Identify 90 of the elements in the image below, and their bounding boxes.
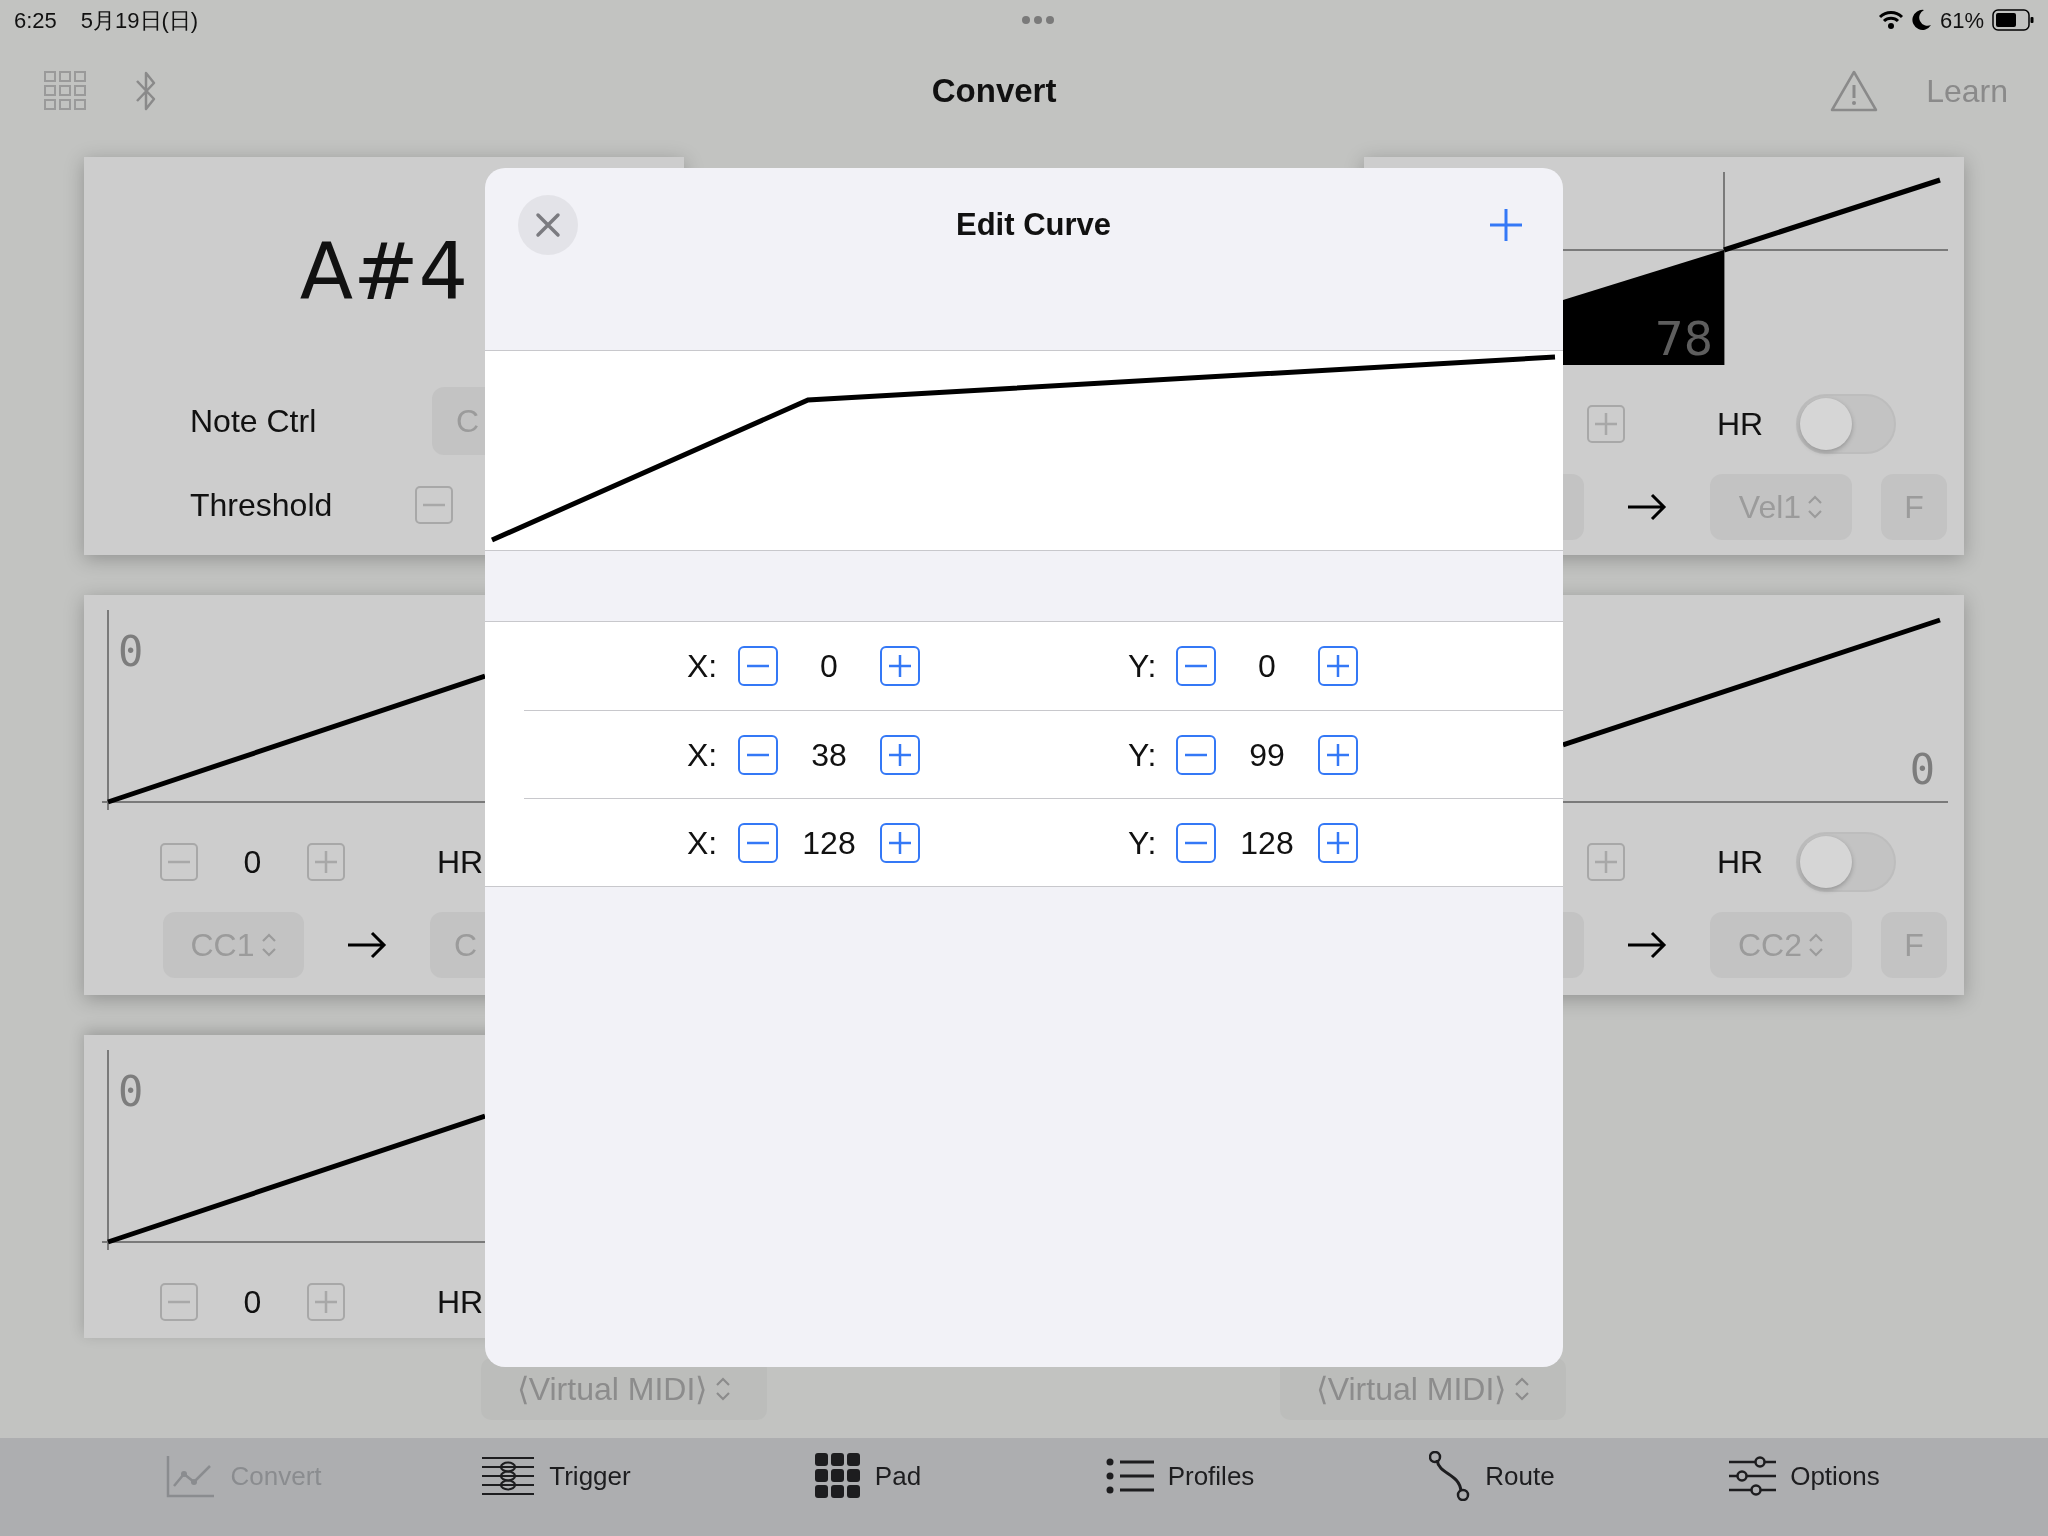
- increment-button[interactable]: [880, 822, 920, 863]
- hr-toggle[interactable]: [1796, 394, 1896, 454]
- hr-label: HR: [1717, 405, 1765, 444]
- route-icon: [1429, 1451, 1472, 1501]
- y-label: Y:: [1128, 823, 1158, 863]
- minus-icon: [1185, 752, 1207, 757]
- value-text: 0: [242, 1283, 263, 1322]
- wifi-icon: [1877, 10, 1904, 30]
- right-arrow-icon: [1626, 492, 1667, 522]
- plus-icon: [1327, 831, 1349, 854]
- status-date: 5月19日(日): [80, 6, 199, 35]
- pad-grid-icon: [814, 1453, 861, 1499]
- axis-value-label: 0: [118, 627, 144, 676]
- increment-button[interactable]: [880, 646, 920, 686]
- up-down-chevron-icon: [1808, 932, 1824, 958]
- minus-icon: [747, 664, 769, 668]
- line-chart-icon: [166, 1454, 217, 1498]
- minus-icon: [168, 1300, 190, 1304]
- increment-button[interactable]: [1318, 822, 1358, 863]
- up-down-chevron-icon: [715, 1376, 732, 1402]
- right-arrow-icon: [1626, 930, 1667, 960]
- plus-icon: [315, 851, 337, 873]
- increment-button[interactable]: [1318, 646, 1358, 686]
- battery-icon: [1992, 9, 2034, 31]
- x-label: X:: [687, 647, 719, 686]
- increment-button[interactable]: [1318, 734, 1358, 775]
- screen-title: Convert: [931, 71, 1057, 109]
- plus-icon: [1595, 851, 1617, 873]
- y-value: 99: [1248, 735, 1286, 775]
- tab[interactable]: Trigger: [400, 1438, 712, 1514]
- minus-icon: [1185, 840, 1207, 845]
- sheet-title: Edit Curve: [956, 206, 1111, 242]
- battery-percentage: 61%: [1939, 6, 1984, 35]
- axis-value-label: 0: [118, 1067, 144, 1116]
- up-down-chevron-icon: [1514, 1376, 1531, 1402]
- tab[interactable]: Route: [1336, 1438, 1648, 1514]
- note-ctrl-label: Note Ctrl: [190, 402, 318, 441]
- decrement-button[interactable]: [738, 646, 778, 686]
- list-icon: [1105, 1458, 1154, 1494]
- learn-button[interactable]: Learn: [1926, 66, 2008, 115]
- staff-icon: [481, 1454, 536, 1498]
- y-label: Y:: [1128, 647, 1158, 686]
- y-label: Y:: [1128, 735, 1158, 775]
- plus-icon: [889, 831, 911, 854]
- decrement-button[interactable]: [1176, 734, 1216, 775]
- decrement-button[interactable]: [738, 822, 778, 863]
- close-icon: [535, 212, 561, 238]
- x-value: 0: [819, 647, 839, 686]
- sliders-icon: [1728, 1456, 1777, 1496]
- plus-icon: [1595, 413, 1617, 435]
- threshold-label: Threshold: [190, 486, 334, 525]
- increment-button[interactable]: [880, 734, 920, 775]
- minus-icon: [747, 752, 769, 757]
- value-text: 0: [242, 843, 263, 882]
- multitasking-dots-icon[interactable]: [1021, 15, 1056, 25]
- y-value: 128: [1239, 823, 1295, 863]
- tab[interactable]: Profiles: [1024, 1438, 1336, 1514]
- plus-icon: [1327, 743, 1349, 766]
- warning-icon[interactable]: [1830, 69, 1879, 112]
- decrement-button[interactable]: [1176, 646, 1216, 686]
- hr-toggle[interactable]: [1796, 832, 1896, 892]
- status-time: 6:25: [14, 6, 57, 35]
- hr-label: HR: [437, 1283, 485, 1322]
- x-label: X:: [687, 823, 719, 863]
- minus-icon: [747, 840, 769, 845]
- x-label: X:: [687, 735, 719, 775]
- right-arrow-icon: [346, 930, 387, 960]
- tab[interactable]: Pad: [712, 1438, 1024, 1514]
- plus-icon: [889, 743, 911, 766]
- up-down-chevron-icon: [260, 932, 277, 958]
- minus-icon: [1185, 664, 1207, 668]
- minus-icon: [423, 503, 445, 507]
- hr-label: HR: [1717, 843, 1765, 882]
- plus-icon: [1327, 655, 1349, 677]
- moon-icon: [1911, 9, 1932, 31]
- hr-label: HR: [437, 843, 485, 882]
- note-name: A#4: [299, 225, 469, 319]
- decrement-button[interactable]: [1176, 822, 1216, 863]
- axis-value-label: 0: [1909, 745, 1935, 794]
- minus-icon: [168, 860, 190, 864]
- y-value: 0: [1257, 647, 1277, 686]
- up-down-chevron-icon: [1807, 494, 1824, 520]
- plus-icon: [315, 1291, 337, 1313]
- decrement-button[interactable]: [738, 734, 778, 775]
- tab[interactable]: Options: [1648, 1438, 1960, 1514]
- add-icon[interactable]: [1489, 208, 1523, 242]
- meter-reading: 78: [1654, 312, 1713, 366]
- plus-icon: [889, 655, 911, 677]
- x-value: 128: [801, 823, 857, 863]
- x-value: 38: [810, 735, 848, 775]
